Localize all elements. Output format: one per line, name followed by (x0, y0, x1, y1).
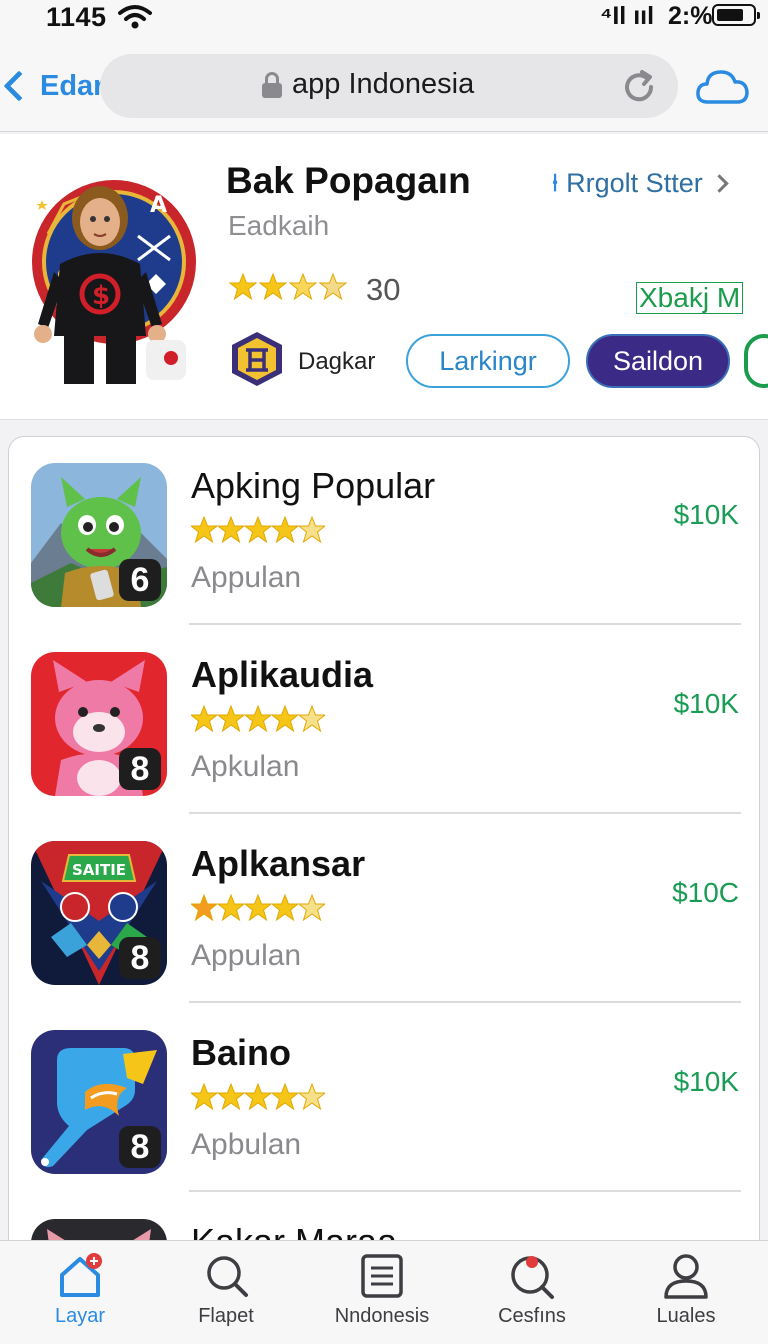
divider (189, 1001, 741, 1003)
profile-icon (664, 1254, 708, 1299)
app-badge: 8 (119, 1126, 161, 1168)
url-text: app Indonesia (292, 68, 475, 100)
tab-nndonesis[interactable]: Nndonesis (312, 1253, 452, 1337)
tab-label: Luales (656, 1305, 716, 1327)
app-name: Aplkansar (191, 843, 366, 884)
browser-toolbar: Edar app Indonesia (0, 44, 768, 132)
lock-icon (262, 72, 282, 98)
partial-action-button[interactable] (744, 334, 768, 388)
solid-action-button[interactable]: Saildon (586, 334, 730, 388)
home-icon (60, 1253, 102, 1297)
app-subtitle: Apbulan (191, 1128, 302, 1161)
reload-icon[interactable] (620, 68, 658, 111)
back-label: Edar (40, 69, 105, 102)
tab-cesfins[interactable]: Cesfıns (462, 1253, 602, 1337)
back-button[interactable]: Edar (0, 64, 104, 108)
featured-badge: Xbakj M (636, 282, 744, 314)
app-price: $10K (673, 499, 739, 530)
list-item[interactable]: 8 Baino Apbulan $10K (9, 1004, 759, 1192)
featured-app-title: Bak Popagaın (226, 160, 471, 201)
list-item[interactable]: SAITIE 8 Aplkansar Appulan $10C (9, 815, 759, 1003)
chevron-right-icon (710, 174, 729, 193)
featured-app-subtitle: Eadkaih (228, 210, 330, 241)
app-subtitle: Appulan (191, 561, 302, 594)
battery-icon (712, 4, 760, 26)
app-price: $10K (673, 1066, 739, 1097)
tab-layar[interactable]: Layar (10, 1253, 150, 1337)
app-icon: 6 (31, 463, 167, 607)
tab-label: Nndonesis (334, 1305, 430, 1327)
app-badge: 8 (119, 748, 161, 790)
app-list: 6 Apking Popular Appulan $10K 8 Aplikaud… (8, 436, 760, 1256)
featured-app-image[interactable]: A $ (24, 164, 196, 386)
featured-link-label: Rrgolt Stter (566, 168, 703, 198)
battery-percent: 2:% (668, 2, 713, 30)
tab-label: Flapet (198, 1305, 254, 1327)
app-subtitle: Appulan (191, 939, 302, 972)
app-name: Aplikaudia (191, 654, 374, 695)
app-icon: SAITIE 8 (31, 841, 167, 985)
svg-text:$: $ (92, 281, 110, 311)
status-bar: 1145 ⁴Il ııl 2:% (0, 0, 768, 44)
list-item[interactable]: 6 Apking Popular Appulan $10K (9, 437, 759, 625)
search-icon (207, 1256, 248, 1297)
bolt-icon: ⍿ (552, 169, 559, 197)
featured-rating-stars (228, 272, 352, 302)
app-subtitle: Apkulan (191, 750, 300, 783)
divider (189, 1190, 741, 1192)
app-icon: 8 (31, 1030, 167, 1174)
tab-label: Cesfıns (498, 1305, 566, 1327)
app-icon: 8 (31, 652, 167, 796)
bottom-tab-bar: Layar Flapet Nndonesis Cesfıns Luales (0, 1240, 768, 1344)
explore-icon (511, 1256, 554, 1299)
featured-app-header: A $ Bak Popagaın Eadkaih 30 ⍿ Rrgolt Stt… (0, 134, 768, 420)
rating-stars (191, 704, 325, 734)
list-icon (361, 1254, 403, 1298)
tab-luales[interactable]: Luales (616, 1253, 756, 1337)
divider (189, 623, 741, 625)
developer-logo-icon (228, 330, 286, 388)
svg-text:SAITIE: SAITIE (72, 861, 126, 879)
app-name: Apking Popular (191, 465, 436, 506)
signal-indicator: ⁴Il ııl (600, 2, 655, 30)
wifi-icon (118, 4, 152, 35)
app-badge: 6 (119, 559, 161, 601)
cloud-icon[interactable] (694, 64, 750, 113)
divider (189, 812, 741, 814)
rating-stars (191, 1082, 325, 1112)
app-name: Baino (191, 1032, 292, 1073)
tab-label: Layar (54, 1305, 106, 1327)
svg-text:A: A (150, 193, 167, 218)
app-price: $10C (672, 877, 739, 908)
app-price: $10K (673, 688, 739, 719)
chevron-left-icon (3, 70, 35, 102)
status-time: 1145 (46, 2, 107, 32)
developer-name: Dagkar (298, 348, 376, 375)
rating-stars (191, 515, 325, 545)
address-bar[interactable]: app Indonesia (100, 54, 678, 118)
tab-flapet[interactable]: Flapet (156, 1253, 296, 1337)
featured-link[interactable]: ⍿ Rrgolt Stter (552, 168, 729, 199)
featured-rating-count: 30 (366, 272, 401, 307)
rating-stars (191, 893, 325, 923)
app-root: { "status": { "time": "1145", "signal": … (0, 0, 768, 1344)
app-badge: 8 (119, 937, 161, 979)
list-item[interactable]: 8 Aplikaudia Apkulan $10K (9, 626, 759, 814)
outline-action-button[interactable]: Larkingr (406, 334, 570, 388)
